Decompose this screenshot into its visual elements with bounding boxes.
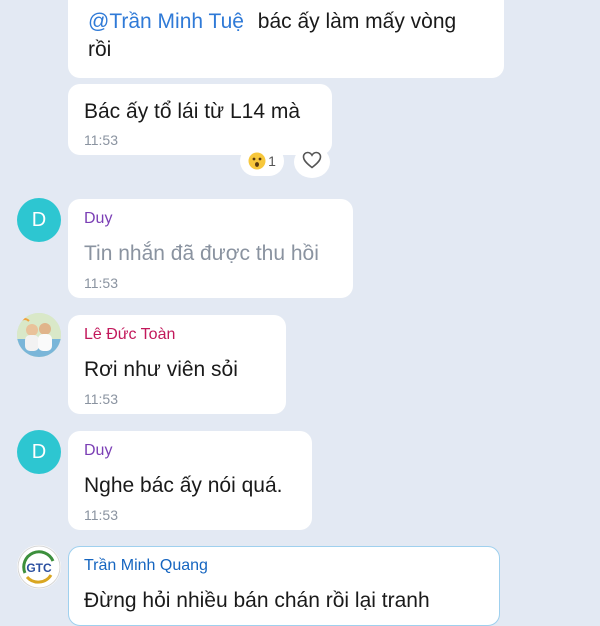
heart-icon (302, 151, 322, 174)
photo-avatar-icon (17, 313, 61, 357)
avatar[interactable] (17, 313, 61, 357)
like-button[interactable] (294, 146, 330, 178)
message-bubble[interactable]: Duy Nghe bác ấy nói quá. 11:53 (68, 431, 312, 530)
surprised-face-icon (248, 152, 266, 170)
sender-name[interactable]: Lê Đức Toàn (84, 326, 175, 344)
message-bubble[interactable]: @Trần Minh Tuệ bác ấy làm mấy vòng rồi (68, 0, 504, 78)
message-text: @Trần Minh Tuệ bác ấy làm mấy vòng (88, 10, 456, 34)
avatar-letter: D (31, 440, 47, 463)
avatar[interactable]: GTC (17, 545, 61, 589)
reaction-count: 1 (268, 153, 276, 169)
avatar[interactable]: D (17, 198, 61, 242)
message-text: Nghe bác ấy nói quá. (84, 474, 283, 497)
message-text: Bác ấy tổ lái từ L14 mà (84, 100, 300, 123)
message-text-line1: bác ấy làm mấy vòng (257, 10, 457, 33)
message-time: 11:53 (84, 391, 118, 407)
sender-name[interactable]: Duy (84, 442, 112, 460)
message-bubble[interactable]: Duy Tin nhắn đã được thu hồi 11:53 (68, 199, 353, 298)
logo-avatar-icon: GTC (17, 545, 61, 589)
svg-text:GTC: GTC (26, 561, 52, 575)
message-time: 11:53 (84, 507, 118, 523)
avatar-letter: D (31, 208, 47, 231)
reaction-badge[interactable]: 1 (240, 146, 284, 176)
message-text: Rơi như viên sỏi (84, 358, 238, 381)
message-time: 11:53 (84, 275, 118, 291)
avatar[interactable]: D (17, 430, 61, 474)
recalled-message-text: Tin nhắn đã được thu hồi (84, 242, 319, 265)
mention-link[interactable]: @Trần Minh Tuệ (88, 10, 244, 33)
message-time: 11:53 (84, 132, 118, 148)
message-bubble[interactable]: Bác ấy tổ lái từ L14 mà 11:53 (68, 84, 332, 155)
message-text-line2: rồi (88, 38, 112, 61)
message-bubble[interactable]: Lê Đức Toàn Rơi như viên sỏi 11:53 (68, 315, 286, 414)
sender-name[interactable]: Trần Minh Quang (84, 557, 208, 575)
message-text: Đừng hỏi nhiều bán chán rồi lại tranh (84, 589, 430, 612)
sender-name[interactable]: Duy (84, 210, 112, 228)
message-bubble[interactable]: Trần Minh Quang Đừng hỏi nhiều bán chán … (68, 546, 500, 626)
